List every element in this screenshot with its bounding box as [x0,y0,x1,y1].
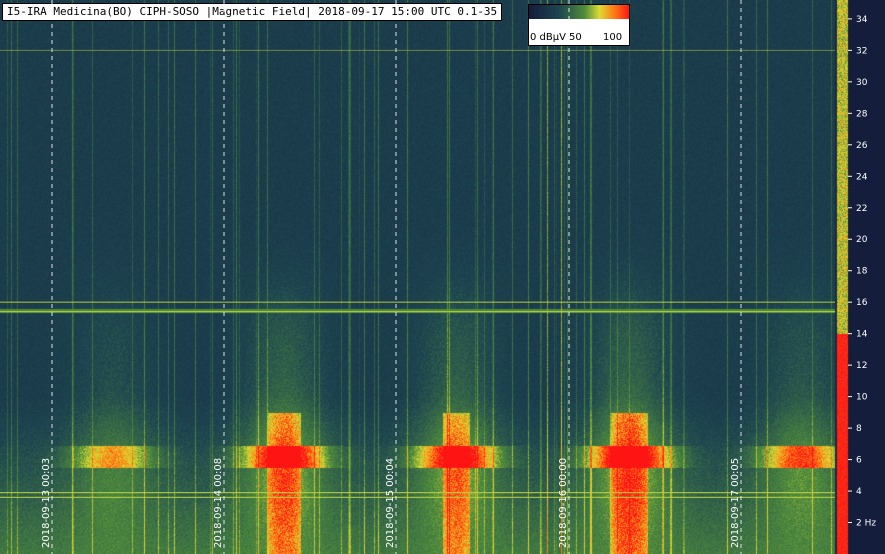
y-tick-label-12: 26 [856,141,868,151]
y-tick-label-11: 24 [856,172,868,182]
x-tick-label-3: 2018-09-16 00:00 [558,458,569,548]
y-tick-label-3: 8 [856,424,862,434]
y-tick-label-7: 16 [856,298,868,308]
y-tick-label-4: 10 [856,393,868,403]
y-tick-label-13: 28 [856,109,868,119]
y-tick-label-5: 12 [856,361,867,371]
x-tick-label-0: 2018-09-13 00:03 [41,458,52,548]
x-tick-label-2: 2018-09-15 00:04 [385,458,396,548]
y-tick-label-9: 20 [856,235,868,245]
chart-overlay: 2018-09-13 00:03 2018-09-14 00:08 2018-09-… [0,0,876,554]
y-tick-label-1: 4 [856,487,862,497]
y-tick-label-16: 34 [856,15,868,25]
x-tick-label-1: 2018-09-14 00:08 [213,458,224,548]
y-tick-label-15: 32 [856,46,867,56]
y-tick-label-14: 30 [856,78,868,88]
x-tick-label-4: 2018-09-17 00:05 [730,458,741,548]
y-tick-label-2: 6 [856,456,862,466]
y-tick-label-6: 14 [856,330,868,340]
y-tick-label-0: 2 Hz [856,519,876,529]
y-tick-label-8: 18 [856,267,868,277]
y-tick-label-10: 22 [856,204,867,214]
